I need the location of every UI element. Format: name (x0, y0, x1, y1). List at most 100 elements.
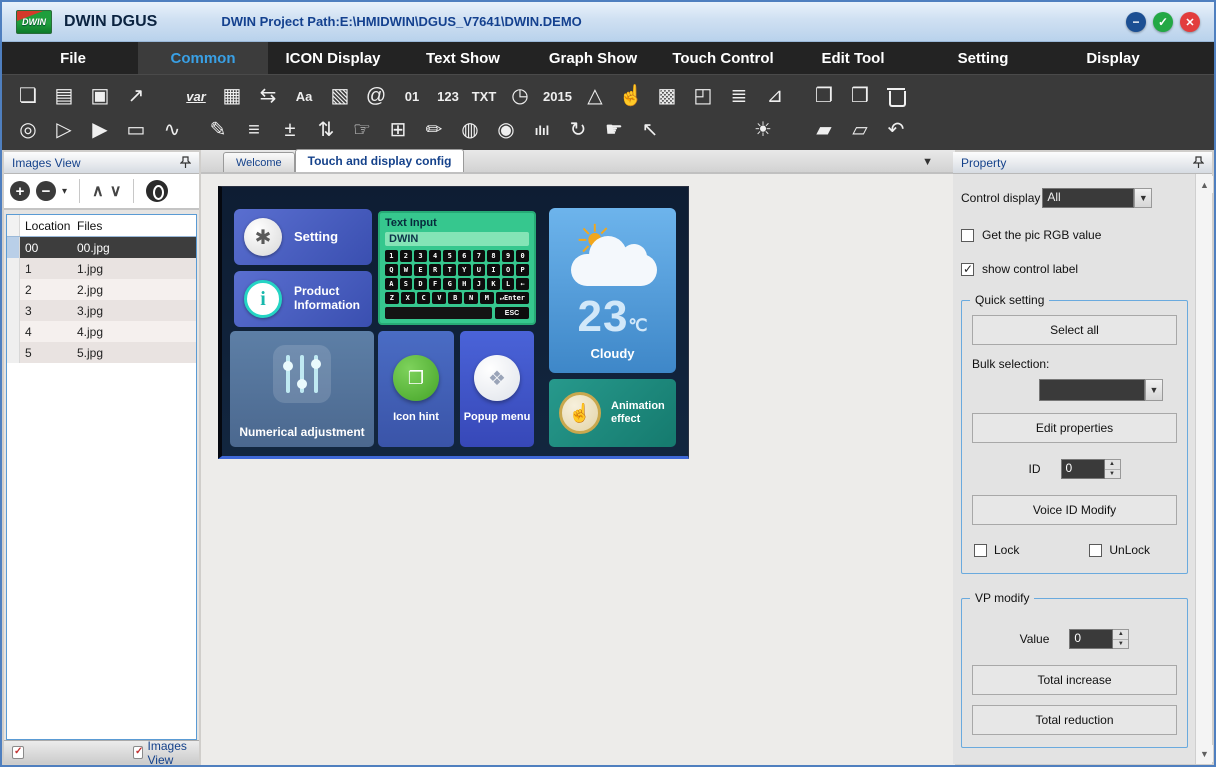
preview-animation-effect-tile[interactable]: ☝ Animation effect (549, 379, 676, 447)
image-gallery-icon[interactable]: ▧ (327, 82, 353, 110)
stack-icon[interactable]: ≣ (726, 82, 752, 110)
remove-image-icon[interactable]: − (36, 181, 56, 201)
binary-display-icon[interactable]: 01 (399, 82, 425, 110)
minimize-button[interactable]: − (1126, 12, 1146, 32)
preview-product-info-button[interactable]: i Product Information (234, 271, 372, 327)
screen-preview-icon[interactable]: ▭ (123, 116, 149, 144)
table-row[interactable]: 11.jpg (7, 258, 196, 279)
copy-icon[interactable]: ❐ (811, 82, 837, 110)
gesture-rotate-icon[interactable]: ↻ (565, 116, 591, 144)
plus-minus-icon[interactable]: ± (277, 116, 303, 144)
slider-adjust-icon[interactable]: ⇆ (255, 82, 281, 110)
audio-wave-icon[interactable]: ılıl (529, 116, 555, 144)
show-control-label-checkbox[interactable] (961, 263, 974, 276)
get-pic-rgb-checkbox[interactable] (961, 229, 974, 242)
doc-edit-icon[interactable]: ✎ (205, 116, 231, 144)
at-check-icon[interactable]: @ (363, 82, 389, 110)
lock-checkbox[interactable] (974, 544, 987, 557)
chart-icon[interactable]: ⊿ (762, 82, 788, 110)
gesture-drag-icon[interactable]: ☛ (601, 116, 627, 144)
table-row[interactable]: 0000.jpg (7, 237, 196, 258)
form-touch-icon[interactable]: ☝ (618, 82, 644, 110)
id-spinner[interactable]: ▲▼ (1105, 459, 1121, 479)
pages-outline-icon[interactable]: ▱ (847, 116, 873, 144)
column-location[interactable]: Location (20, 219, 72, 233)
slider-vertical-icon[interactable]: ⇅ (313, 116, 339, 144)
curve-icon[interactable]: ∿ (159, 116, 185, 144)
touch-gesture-icon[interactable]: ☞ (349, 116, 375, 144)
table-row[interactable]: 33.jpg (7, 300, 196, 321)
play-icon[interactable]: ▷ (51, 116, 77, 144)
table-grid-icon[interactable]: ⊞ (385, 116, 411, 144)
scroll-up-icon[interactable]: ▲ (1196, 176, 1213, 193)
disk-search-icon[interactable]: ◉ (493, 116, 519, 144)
menu-touch-control[interactable]: Touch Control (658, 42, 788, 74)
pin-icon[interactable] (1193, 156, 1204, 169)
menu-file[interactable]: File (8, 42, 138, 74)
scroll-down-icon[interactable]: ▼ (1196, 745, 1213, 762)
text-box-icon[interactable]: Aa (291, 82, 317, 110)
preview-popup-menu-tile[interactable]: ❖ Popup menu (460, 331, 534, 447)
paste-icon[interactable]: ❒ (847, 82, 873, 110)
pencil-icon[interactable]: ✏ (421, 116, 447, 144)
confirm-button[interactable]: ✓ (1153, 12, 1173, 32)
delete-icon[interactable] (883, 82, 909, 110)
pages-filled-icon[interactable]: ▰ (811, 116, 837, 144)
number-display-icon[interactable]: 123 (435, 82, 461, 110)
qr-code-icon[interactable]: ▩ (654, 82, 680, 110)
select-all-button[interactable]: Select all (972, 315, 1177, 345)
clock-icon[interactable]: ◷ (507, 82, 533, 110)
panel-tab-images-view[interactable]: Images View (133, 739, 199, 767)
print-icon[interactable]: ▣ (87, 82, 113, 110)
video-play-icon[interactable]: ▶ (87, 116, 113, 144)
tab-touch-and-display-config[interactable]: Touch and display config (295, 149, 465, 172)
brightness-icon[interactable]: ☀ (750, 116, 776, 144)
edit-properties-button[interactable]: Edit properties (972, 413, 1177, 443)
value-spinner[interactable]: ▲▼ (1113, 629, 1129, 649)
keyboard-row-numbers[interactable]: 1234567890 (385, 250, 529, 262)
menu-text-show[interactable]: Text Show (398, 42, 528, 74)
total-reduction-button[interactable]: Total reduction (972, 705, 1177, 735)
preview-icon-hint-tile[interactable]: ❐ Icon hint (378, 331, 454, 447)
value-input[interactable]: 0 (1069, 629, 1113, 649)
id-input[interactable]: 0 (1061, 459, 1105, 479)
menu-edit-tool[interactable]: Edit Tool (788, 42, 918, 74)
image-transfer-icon[interactable]: ◰ (690, 82, 716, 110)
panel-tab-other[interactable] (12, 746, 87, 759)
total-increase-button[interactable]: Total increase (972, 665, 1177, 695)
hmi-page-preview[interactable]: ✱ Setting i Product Information Numerica… (218, 186, 689, 459)
esc-key[interactable]: ESC (495, 307, 529, 319)
menu-display[interactable]: Display (1048, 42, 1178, 74)
tab-welcome[interactable]: Welcome (223, 152, 295, 172)
text-circle-icon[interactable]: ◍ (457, 116, 483, 144)
keyboard-row-asdf[interactable]: ASDFGHJKL← (385, 278, 529, 290)
menu-setting[interactable]: Setting (918, 42, 1048, 74)
keyboard-row-zxcv[interactable]: ZXCVBNM↵Enter (385, 292, 529, 304)
mouse-move-icon[interactable]: ↖ (637, 116, 663, 144)
control-display-dropdown-icon[interactable]: ▼ (1134, 188, 1152, 208)
shapes-icon[interactable]: △ (582, 82, 608, 110)
voice-id-modify-button[interactable]: Voice ID Modify (972, 495, 1177, 525)
variable-icon[interactable]: var (183, 82, 209, 110)
control-display-select[interactable]: All (1042, 188, 1134, 208)
save-icon[interactable]: ▤ (51, 82, 77, 110)
text-input-value[interactable]: DWIN (385, 232, 529, 246)
tab-list-dropdown-icon[interactable]: ▼ (922, 156, 933, 168)
add-image-icon[interactable]: + (10, 181, 30, 201)
column-files[interactable]: Files (72, 219, 196, 233)
undo-icon[interactable]: ↶ (883, 116, 909, 144)
keyboard-row-qwerty[interactable]: QWERTYUIOP (385, 264, 529, 276)
remove-dropdown-icon[interactable]: ▾ (62, 186, 67, 197)
export-icon[interactable]: ↗ (123, 82, 149, 110)
close-button[interactable]: ✕ (1180, 12, 1200, 32)
menu-graph-show[interactable]: Graph Show (528, 42, 658, 74)
bulk-selection-dropdown-icon[interactable]: ▼ (1145, 379, 1163, 401)
new-file-icon[interactable]: ❏ (15, 82, 41, 110)
property-scrollbar[interactable]: ▲ ▼ (1195, 174, 1212, 764)
film-frames-icon[interactable]: ▦ (219, 82, 245, 110)
move-down-icon[interactable]: ∨ (110, 181, 122, 201)
move-up-icon[interactable]: ∧ (92, 181, 104, 201)
search-document-icon[interactable]: ◎ (15, 116, 41, 144)
text-file-icon[interactable]: TXT (471, 82, 497, 110)
preview-weather-tile[interactable]: ☀ 23℃ Cloudy (549, 208, 676, 373)
